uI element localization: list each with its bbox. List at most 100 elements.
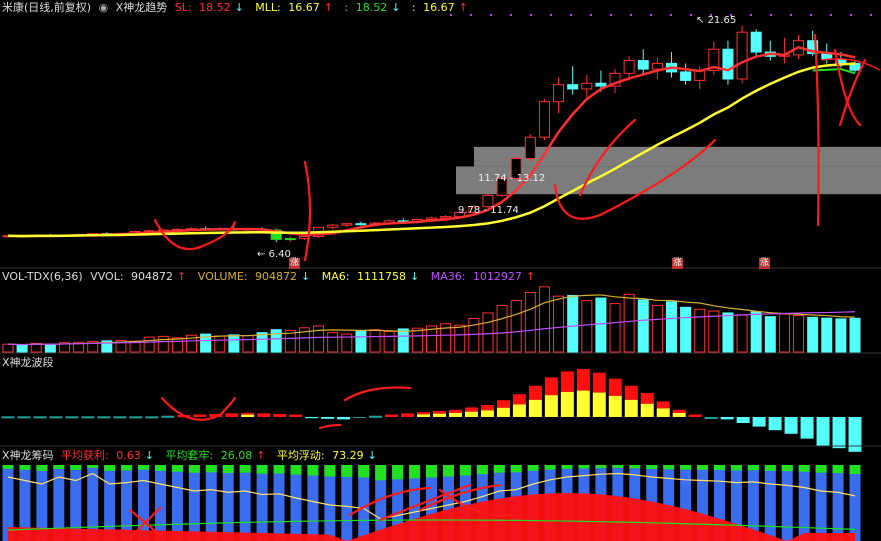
wave-pane[interactable]	[1, 369, 862, 452]
volume-bar-38	[538, 286, 550, 353]
top-dot-23	[490, 14, 492, 16]
vol-indicator-name[interactable]: VOL-TDX(6,36)	[2, 270, 83, 283]
wave-bar-small-10	[161, 415, 175, 418]
candle-body-37	[524, 136, 536, 159]
chip-bar-green-18	[307, 465, 319, 476]
v3-label-text: :	[344, 1, 349, 14]
float-arrow-icon: ↓	[367, 449, 377, 462]
candle-body-38	[538, 101, 550, 138]
chip-bar-green-15	[256, 465, 268, 474]
volume-bar-56	[793, 315, 805, 353]
trapped-label-text: 平均套牢:	[165, 449, 214, 462]
wave-bar-small-24	[385, 414, 399, 417]
volume-bar-53	[750, 311, 762, 353]
wave-bar-yellow-42	[672, 413, 686, 417]
chip-bar-green-2	[36, 465, 48, 471]
chip-bar-green-37	[629, 465, 641, 469]
volume-label: VOLUME: 904872 ↓	[198, 270, 315, 283]
wave-bar-yellow-35	[560, 391, 574, 417]
wave-bar-red-41	[656, 401, 670, 409]
chip-bar-green-11	[188, 465, 200, 473]
wave-bar-red-33	[528, 385, 542, 400]
profit-value: 0.63	[116, 449, 141, 462]
wave-bar-small-8	[129, 416, 143, 419]
chip-bar-green-7	[121, 465, 133, 471]
chip-bar-green-38	[646, 465, 658, 469]
wave-bar-red-38	[608, 378, 622, 396]
signal-marker-3[interactable]: 涨	[759, 258, 771, 269]
low-price-label: ← 6.40	[257, 249, 291, 260]
wave-bar-yellow-29	[464, 411, 478, 417]
indicator-settings-icon[interactable]: ◉	[99, 1, 109, 14]
wave-bar-small-2	[33, 416, 47, 419]
price-pane[interactable]	[2, 14, 881, 243]
wave-bar-red-26	[417, 412, 431, 415]
v3-arrow-icon: ↓	[391, 1, 401, 14]
volume-pane[interactable]	[2, 286, 861, 353]
chip-bar-green-1	[19, 465, 31, 470]
top-dot-36	[750, 14, 752, 16]
wave-bar-red-29	[464, 407, 478, 412]
chip-bar-blue-47	[798, 465, 810, 541]
chip-bar-green-49	[832, 465, 844, 474]
indicator-name[interactable]: X神龙趋势	[116, 1, 168, 14]
symbol-title[interactable]: 米康(日线,前复权)	[2, 1, 91, 14]
top-dot-38	[790, 14, 792, 16]
wave-bar-cyan-20	[321, 417, 335, 419]
trapped-arrow-icon: ↑	[256, 449, 266, 462]
wave-bar-red-35	[560, 371, 574, 392]
wave-bar-small-23	[369, 415, 383, 418]
wave-bar-red-37	[592, 372, 606, 393]
wave-bar-yellow-33	[528, 399, 542, 417]
wave-bar-cyan-49	[784, 417, 798, 434]
chip-bar-blue-18	[307, 465, 319, 541]
vvol-value: 904872	[131, 270, 174, 283]
price-legend: 米康(日线,前复权) ◉ X神龙趋势 SL: 18.52 ↓ MLL: 16.67…	[2, 1, 476, 15]
wave-bar-yellow-40	[640, 403, 654, 417]
volume-legend: VOL-TDX(6,36) VVOL: 904872 ↑ VOLUME: 9048…	[2, 270, 543, 284]
volume-bar-36	[510, 300, 522, 353]
wave-bar-small-16	[257, 413, 271, 417]
signal-marker-1[interactable]: 涨	[289, 258, 301, 269]
volume-bar-40	[567, 294, 579, 353]
chip-bar-green-43	[730, 465, 742, 471]
ma36-arrow-icon: ↑	[525, 270, 536, 283]
wave-bar-small-4	[65, 416, 79, 419]
wave-bar-small-3	[49, 416, 63, 419]
chip-pane[interactable]	[2, 465, 861, 541]
zone-lower-label: 9.78 - 11.74	[458, 205, 519, 216]
chip-indicator-name[interactable]: X神龙筹码	[2, 449, 54, 462]
vvol-label: VVOL: 904872 ↑	[90, 270, 190, 283]
top-dot-30	[630, 14, 632, 16]
signal-marker-2[interactable]: 涨	[672, 258, 684, 269]
volume-bar-43	[609, 303, 621, 353]
volume-bar-34	[482, 312, 494, 353]
wave-bar-yellow-39	[624, 399, 638, 417]
chip-bar-green-17	[290, 465, 302, 475]
volume-bar-52	[736, 314, 748, 353]
mll-value: 16.67	[288, 1, 320, 14]
trapped-label: 平均套牢: 26.08 ↑	[165, 449, 269, 462]
chip-bar-blue-13	[222, 465, 234, 541]
chip-bar-blue-11	[188, 465, 200, 541]
chip-bar-green-13	[222, 465, 234, 474]
wave-bar-yellow-27	[432, 413, 446, 417]
wave-bar-small-9	[145, 416, 159, 419]
wave-bar-red-32	[512, 394, 526, 405]
v4-label-text: :	[411, 1, 416, 14]
top-dot-40	[830, 14, 832, 16]
profit-label: 平均获利: 0.63 ↓	[61, 449, 158, 462]
chip-bar-green-24	[409, 465, 421, 479]
wave-bar-small-14	[225, 413, 239, 417]
volume-bar-57	[807, 316, 819, 353]
wave-indicator-name[interactable]: X神龙波段	[2, 356, 54, 369]
chip-bar-green-20	[341, 465, 353, 477]
wave-bar-cyan-21	[337, 417, 351, 420]
wave-bar-yellow-36	[576, 390, 590, 417]
chip-bar-green-23	[392, 465, 404, 480]
vvol-label-text: VVOL:	[90, 270, 124, 283]
chip-bar-blue-48	[815, 465, 827, 541]
chip-bar-blue-14	[239, 465, 251, 541]
chip-bar-green-47	[798, 465, 810, 472]
sl-arrow-icon: ↓	[234, 1, 244, 14]
